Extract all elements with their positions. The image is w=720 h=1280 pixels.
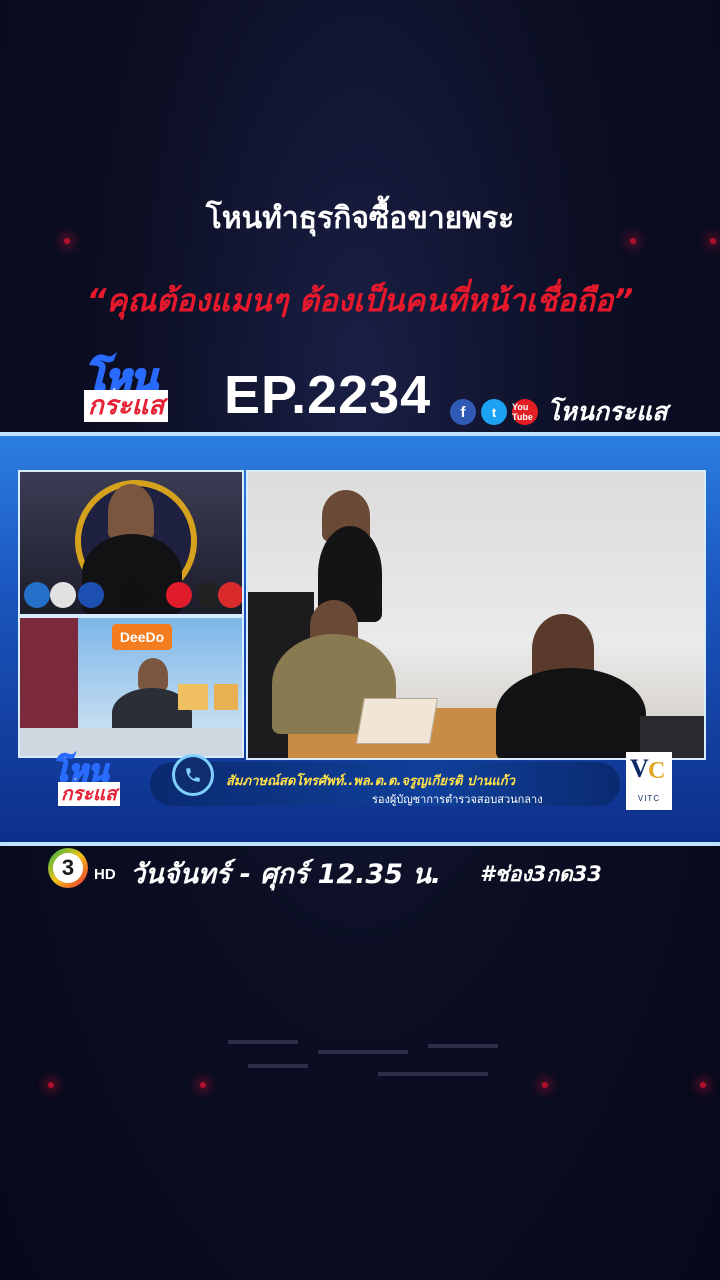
glow-dot [200,1082,206,1088]
lower-logo-bottom: กระแส [58,782,120,806]
deedo-sign: DeeDo [112,624,172,650]
vitc-text: VITC [637,794,661,803]
broadcast-schedule: 3 HD วันจันทร์ - ศุกร์ 12.35 น. #ช่อง3กด… [48,848,668,892]
glow-dot [700,1082,706,1088]
glow-dot [542,1082,548,1088]
headline: โหนทำธุรกิจซื้อขายพระ [205,201,515,236]
video-frame: { "headline": "โหนทำธุรกิจซื้อขายพระ", "… [0,0,720,1280]
caption-line-1: สัมภาษณ์สดโทรศัพท์..พล.ต.ต.จรูญเกียรติ ป… [226,774,515,789]
social-links: f t You Tube โหนกระแส [450,392,667,432]
broadcast-frame: DeeDo โหน กระแส สัมภาษณ์สดโทรศัพท์..พล.ต… [0,432,720,846]
phone-icon [172,754,214,796]
laptop [355,698,439,744]
twitter-icon[interactable]: t [481,399,507,425]
facebook-icon[interactable]: f [450,399,476,425]
speaker-head [108,484,154,540]
show-logo: โหน กระแส [80,346,195,426]
channel-3-logo: 3 [48,848,88,888]
quote-text: “คุณต้องแมนๆ ต้องเป็นคนที่หน้าเชื่อถือ” [86,283,634,319]
schedule-time: วันจันทร์ - ศุกร์ 12.35 น. [130,859,442,890]
studio-panel: DeeDo [18,616,244,758]
microphone [50,582,76,608]
channel-number: 3 [53,853,83,883]
vitc-v: V [630,754,649,783]
interview-room-panel [246,470,706,760]
vitc-c: C [648,758,666,784]
press-conference-panel [18,470,244,616]
social-handle: โหนกระแส [547,397,668,426]
product-display [178,684,208,710]
suspect-suit [496,668,646,758]
faded-graphic [228,1036,498,1082]
microphone [218,582,242,608]
microphone [78,582,104,608]
channel-hashtag: #ช่อง3กด33 [480,862,602,886]
episode-number: EP.2234 [224,365,432,425]
phone-glyph [186,768,200,782]
microphone [166,582,192,608]
microphone [24,582,50,608]
host-head [138,658,168,692]
hd-badge: HD [94,866,116,883]
product-display [214,684,238,710]
caption-line-2: รองผู้บัญชาการตำรวจสอบสวนกลาง [372,793,543,806]
glow-dot [48,1082,54,1088]
show-logo-bottom: กระแส [84,390,169,422]
lower-third-logo: โหน กระแส [51,748,162,818]
microphone [120,582,146,608]
youtube-icon[interactable]: You Tube [512,399,538,425]
brand-row: โหน กระแส EP.2234 f t You Tube โหนกระแส [0,340,720,430]
vitc-logo: V C VITC [626,752,672,810]
